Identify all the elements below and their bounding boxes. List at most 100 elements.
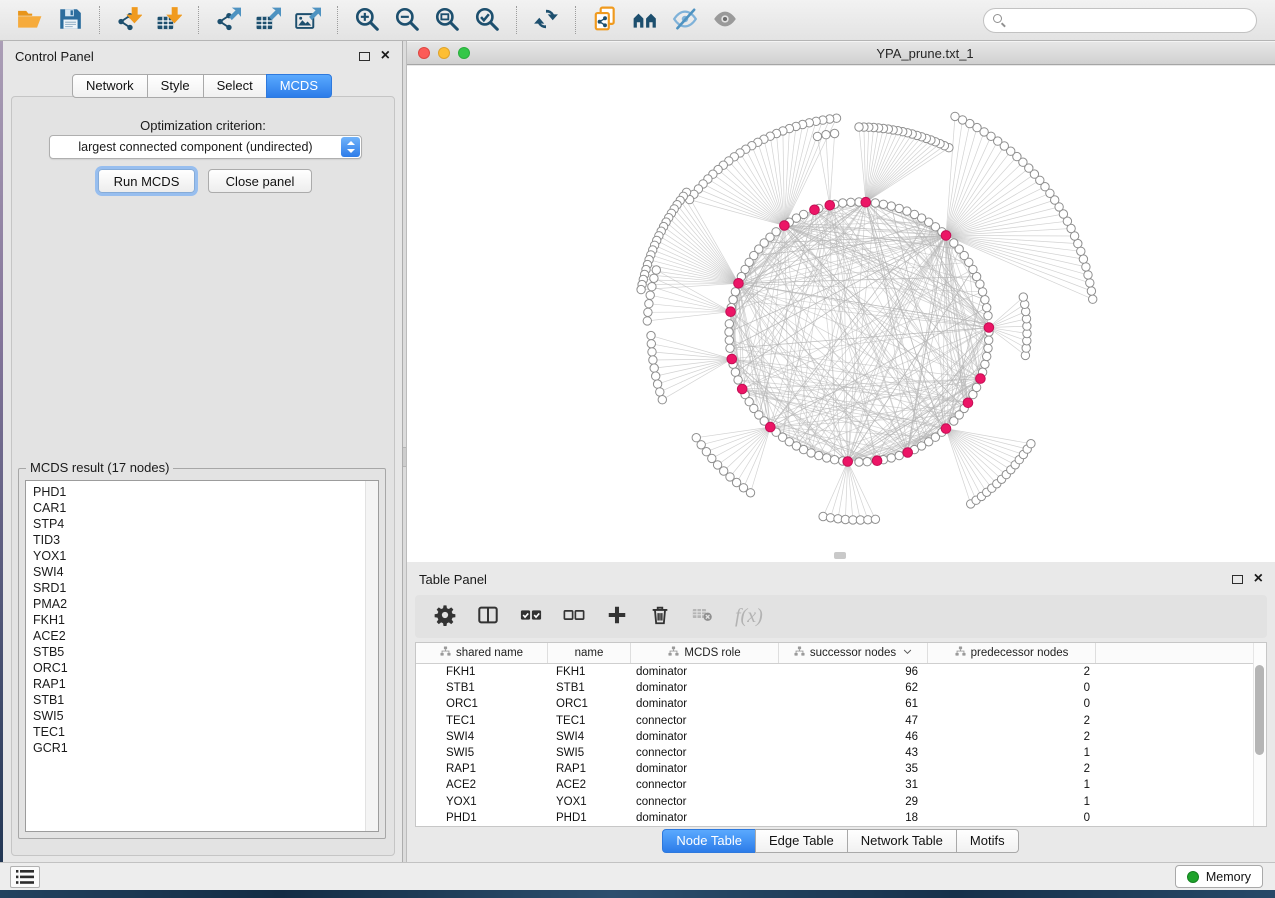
cell-predecessor-nodes[interactable]: 2: [928, 763, 1096, 775]
graph-node[interactable]: [746, 489, 754, 497]
cell-shared-name[interactable]: SWI4: [416, 731, 548, 743]
graph-node[interactable]: [1084, 271, 1092, 279]
graph-node[interactable]: [1089, 295, 1097, 303]
table-row[interactable]: ORC1ORC1dominator610: [416, 696, 1266, 712]
mcds-result-item[interactable]: STB5: [33, 644, 378, 660]
cell-mcds-role[interactable]: dominator: [631, 812, 779, 824]
graph-node[interactable]: [726, 344, 734, 352]
zoom-selected-button[interactable]: [467, 3, 507, 37]
add-column-button[interactable]: [606, 604, 628, 629]
mcds-result-item[interactable]: TID3: [33, 532, 378, 548]
search-input[interactable]: [983, 8, 1257, 33]
window-zoom-traffic-light[interactable]: [458, 47, 470, 59]
table-row[interactable]: TEC1TEC1connector472: [416, 713, 1266, 729]
open-file-button[interactable]: [10, 3, 50, 37]
mcds-result-item[interactable]: ORC1: [33, 660, 378, 676]
tab-motifs[interactable]: Motifs: [956, 829, 1019, 853]
tab-edge-table[interactable]: Edge Table: [755, 829, 848, 853]
table-row[interactable]: PHD1PHD1dominator180: [416, 810, 1266, 826]
graph-node[interactable]: [652, 372, 660, 380]
cell-successor-nodes[interactable]: 43: [779, 747, 928, 759]
show-all-button[interactable]: [705, 3, 745, 37]
graph-node[interactable]: [650, 364, 658, 372]
mcds-result-item[interactable]: STB1: [33, 692, 378, 708]
graph-node[interactable]: [951, 112, 959, 120]
cell-successor-nodes[interactable]: 61: [779, 698, 928, 710]
delete-column-button[interactable]: [649, 604, 671, 629]
graph-hub-node[interactable]: [872, 456, 882, 466]
cell-name[interactable]: FKH1: [548, 666, 631, 678]
graph-node[interactable]: [644, 308, 652, 316]
tab-select[interactable]: Select: [203, 74, 267, 98]
zoom-out-button[interactable]: [387, 3, 427, 37]
cell-name[interactable]: SWI5: [548, 747, 631, 759]
cell-mcds-role[interactable]: dominator: [631, 666, 779, 678]
cell-mcds-role[interactable]: dominator: [631, 682, 779, 694]
graph-node[interactable]: [647, 340, 655, 348]
graph-node[interactable]: [725, 336, 733, 344]
float-panel-icon[interactable]: [359, 52, 370, 61]
graph-hub-node[interactable]: [727, 354, 737, 364]
table-settings-button[interactable]: [434, 604, 456, 629]
tab-node-table[interactable]: Node Table: [662, 829, 756, 853]
float-table-panel-icon[interactable]: [1232, 575, 1243, 584]
table-row[interactable]: RAP1RAP1dominator352: [416, 761, 1266, 777]
graph-node[interactable]: [649, 356, 657, 364]
tab-network-table[interactable]: Network Table: [847, 829, 957, 853]
graph-hub-node[interactable]: [941, 424, 951, 434]
graph-node[interactable]: [830, 456, 838, 464]
import-network-button[interactable]: [109, 3, 149, 37]
split-panel-button[interactable]: [477, 604, 499, 629]
graph-hub-node[interactable]: [861, 197, 871, 207]
cell-mcds-role[interactable]: connector: [631, 747, 779, 759]
graph-node[interactable]: [985, 336, 993, 344]
window-close-traffic-light[interactable]: [418, 47, 430, 59]
cell-successor-nodes[interactable]: 35: [779, 763, 928, 775]
column-header-shared-name[interactable]: shared name: [416, 643, 548, 663]
table-row[interactable]: SWI4SWI4dominator462: [416, 729, 1266, 745]
cell-shared-name[interactable]: FKH1: [416, 666, 548, 678]
graph-node[interactable]: [1079, 255, 1087, 263]
graph-node[interactable]: [653, 380, 661, 388]
network-hscrollbar-thumb[interactable]: [834, 552, 846, 559]
graph-node[interactable]: [643, 317, 651, 325]
network-graph[interactable]: [407, 66, 1275, 562]
graph-node[interactable]: [895, 451, 903, 459]
cell-predecessor-nodes[interactable]: 0: [928, 698, 1096, 710]
column-header-name[interactable]: name: [548, 643, 631, 663]
table-row[interactable]: FKH1FKH1dominator962: [416, 664, 1266, 680]
cell-name[interactable]: ORC1: [548, 698, 631, 710]
graph-hub-node[interactable]: [766, 422, 776, 432]
window-minimize-traffic-light[interactable]: [438, 47, 450, 59]
graph-node[interactable]: [637, 285, 645, 293]
deselect-all-rows-button[interactable]: [563, 604, 585, 629]
cell-successor-nodes[interactable]: 46: [779, 731, 928, 743]
graph-node[interactable]: [895, 204, 903, 212]
graph-node[interactable]: [972, 383, 980, 391]
graph-hub-node[interactable]: [903, 448, 913, 458]
table-row[interactable]: STB1STB1dominator620: [416, 680, 1266, 696]
graph-node[interactable]: [871, 199, 879, 207]
network-canvas[interactable]: [407, 66, 1275, 562]
mcds-result-item[interactable]: PHD1: [33, 484, 378, 500]
cell-name[interactable]: YOX1: [548, 796, 631, 808]
mcds-result-item[interactable]: TEC1: [33, 724, 378, 740]
graph-hub-node[interactable]: [843, 457, 853, 467]
table-row[interactable]: ACE2ACE2connector311: [416, 777, 1266, 793]
graph-node[interactable]: [855, 123, 863, 131]
splitter-handle[interactable]: [403, 447, 406, 467]
graph-node[interactable]: [815, 451, 823, 459]
cell-shared-name[interactable]: ACE2: [416, 779, 548, 791]
graph-node[interactable]: [648, 348, 656, 356]
task-history-button[interactable]: [10, 866, 40, 888]
cell-predecessor-nodes[interactable]: 2: [928, 731, 1096, 743]
graph-hub-node[interactable]: [963, 398, 973, 408]
mcds-result-item[interactable]: SRD1: [33, 580, 378, 596]
cell-shared-name[interactable]: SWI5: [416, 747, 548, 759]
cell-successor-nodes[interactable]: 31: [779, 779, 928, 791]
copy-network-button[interactable]: [585, 3, 625, 37]
graph-node[interactable]: [887, 454, 895, 462]
cell-name[interactable]: ACE2: [548, 779, 631, 791]
cell-mcds-role[interactable]: connector: [631, 715, 779, 727]
cell-predecessor-nodes[interactable]: 1: [928, 796, 1096, 808]
